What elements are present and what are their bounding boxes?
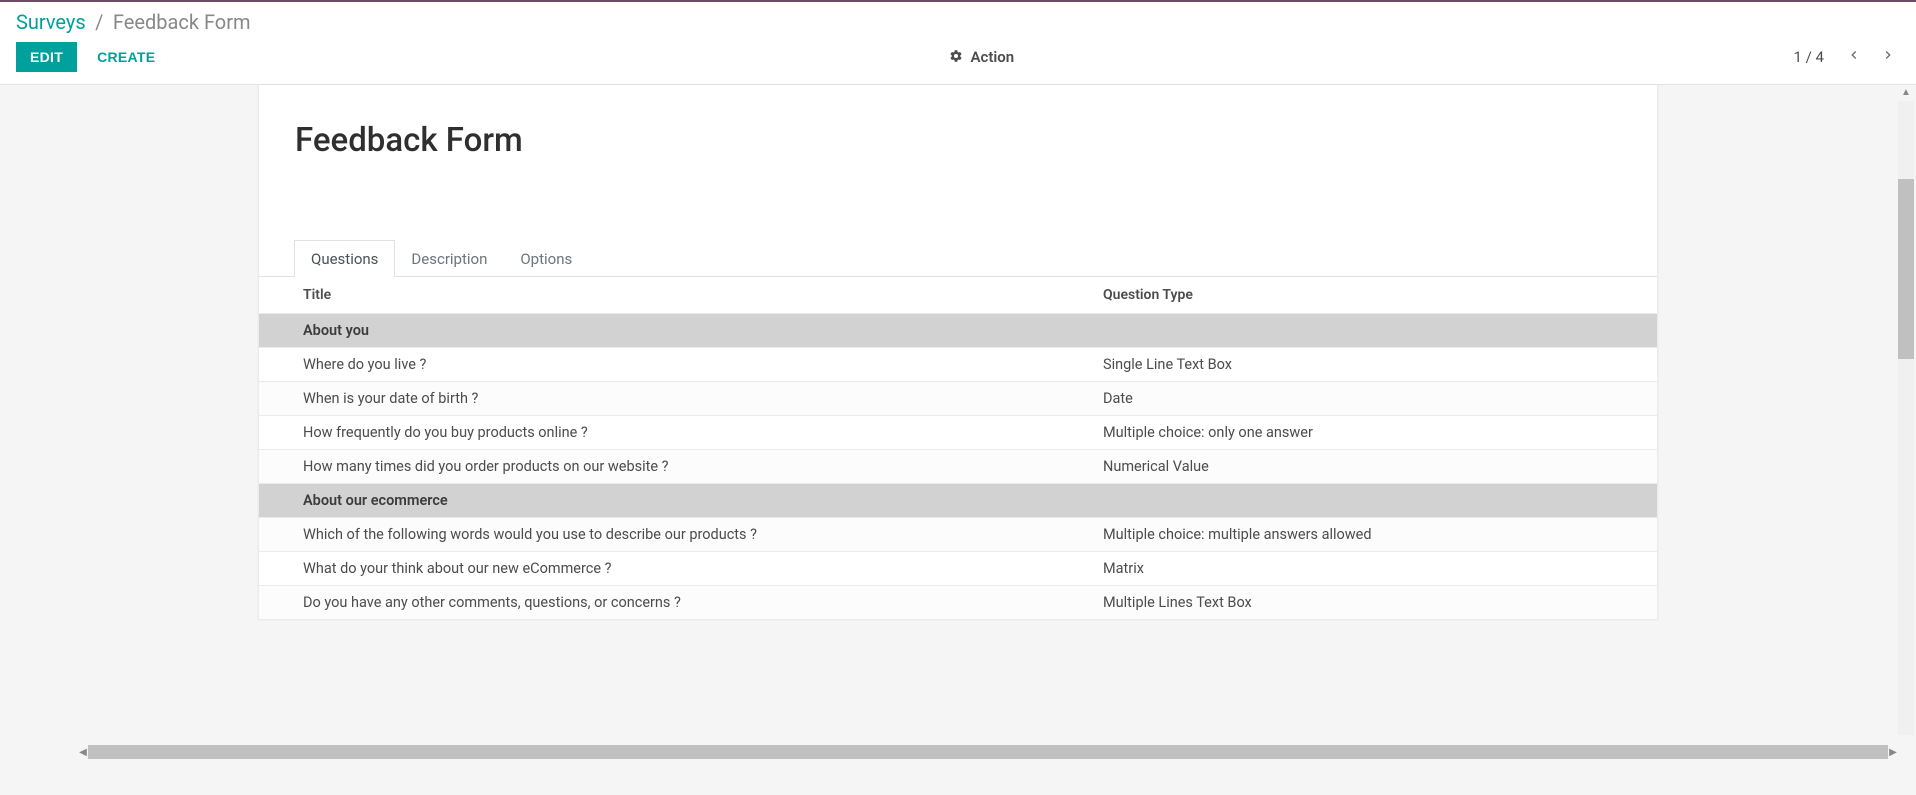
column-header-title[interactable]: Title: [259, 277, 1059, 314]
tab-strip: Questions Description Options: [259, 240, 1657, 277]
scroll-vertical-thumb[interactable]: [1898, 179, 1914, 359]
tab-questions[interactable]: Questions: [294, 240, 395, 277]
table-row[interactable]: What do your think about our new eCommer…: [259, 552, 1657, 586]
tab-description[interactable]: Description: [394, 240, 504, 277]
question-title-cell: How frequently do you buy products onlin…: [259, 416, 1059, 450]
table-row[interactable]: Do you have any other comments, question…: [259, 586, 1657, 620]
page-title: Feedback Form: [259, 113, 1657, 160]
gear-icon: [949, 49, 963, 67]
question-title-cell: Where do you live ?: [259, 348, 1059, 382]
create-button[interactable]: CREATE: [83, 42, 169, 72]
breadcrumb: Surveys / Feedback Form: [0, 2, 1916, 38]
edit-button[interactable]: EDIT: [16, 42, 77, 72]
pager: 1 / 4: [1794, 43, 1901, 71]
question-type-cell: Multiple choice: multiple answers allowe…: [1059, 518, 1657, 552]
question-type-cell: Single Line Text Box: [1059, 348, 1657, 382]
table-row[interactable]: Which of the following words would you u…: [259, 518, 1657, 552]
scroll-up-icon: ▲: [1898, 87, 1914, 101]
table-row[interactable]: How frequently do you buy products onlin…: [259, 416, 1657, 450]
table-row[interactable]: Where do you live ?Single Line Text Box: [259, 348, 1657, 382]
table-row[interactable]: When is your date of birth ?Date: [259, 382, 1657, 416]
question-type-cell: Matrix: [1059, 552, 1657, 586]
section-row[interactable]: About you: [259, 314, 1657, 348]
chevron-right-icon: [1880, 49, 1896, 67]
question-title-cell: Do you have any other comments, question…: [259, 586, 1059, 620]
table-row[interactable]: How many times did you order products on…: [259, 450, 1657, 484]
question-title-cell: When is your date of birth ?: [259, 382, 1059, 416]
question-type-cell: Multiple Lines Text Box: [1059, 586, 1657, 620]
section-row[interactable]: About our ecommerce: [259, 484, 1657, 518]
control-row: EDIT CREATE Action 1 / 4: [0, 38, 1916, 84]
question-title-cell: What do your think about our new eCommer…: [259, 552, 1059, 586]
question-title-cell: Which of the following words would you u…: [259, 518, 1059, 552]
question-title-cell: How many times did you order products on…: [259, 450, 1059, 484]
questions-table: Title Question Type About youWhere do yo…: [259, 277, 1657, 620]
section-title: About you: [259, 314, 1657, 348]
pager-prev-button[interactable]: [1842, 43, 1866, 71]
action-label: Action: [971, 49, 1015, 67]
scroll-left-icon: ◀: [78, 747, 88, 758]
breadcrumb-current: Feedback Form: [113, 10, 251, 34]
chevron-left-icon: [1846, 49, 1862, 67]
pager-text[interactable]: 1 / 4: [1794, 48, 1825, 66]
scroll-right-icon: ▶: [1888, 747, 1898, 758]
scroll-vertical-track[interactable]: [1898, 101, 1914, 735]
horizontal-scrollbar[interactable]: ◀ ▶: [78, 745, 1898, 759]
vertical-scrollbar[interactable]: ▲: [1898, 87, 1914, 749]
scroll-horizontal-track[interactable]: [88, 745, 1888, 759]
header-bar: Surveys / Feedback Form EDIT CREATE Acti…: [0, 2, 1916, 85]
breadcrumb-root-link[interactable]: Surveys: [16, 10, 86, 34]
question-type-cell: Numerical Value: [1059, 450, 1657, 484]
content-scroll[interactable]: Feedback Form Questions Description Opti…: [0, 85, 1916, 769]
column-header-type[interactable]: Question Type: [1059, 277, 1657, 314]
question-type-cell: Multiple choice: only one answer: [1059, 416, 1657, 450]
question-type-cell: Date: [1059, 382, 1657, 416]
section-title: About our ecommerce: [259, 484, 1657, 518]
pager-next-button[interactable]: [1876, 43, 1900, 71]
breadcrumb-separator: /: [89, 10, 109, 34]
content-wrapper: Feedback Form Questions Description Opti…: [0, 85, 1916, 769]
tab-options[interactable]: Options: [503, 240, 589, 277]
form-card: Feedback Form Questions Description Opti…: [258, 85, 1658, 620]
action-dropdown[interactable]: Action: [169, 47, 1793, 66]
